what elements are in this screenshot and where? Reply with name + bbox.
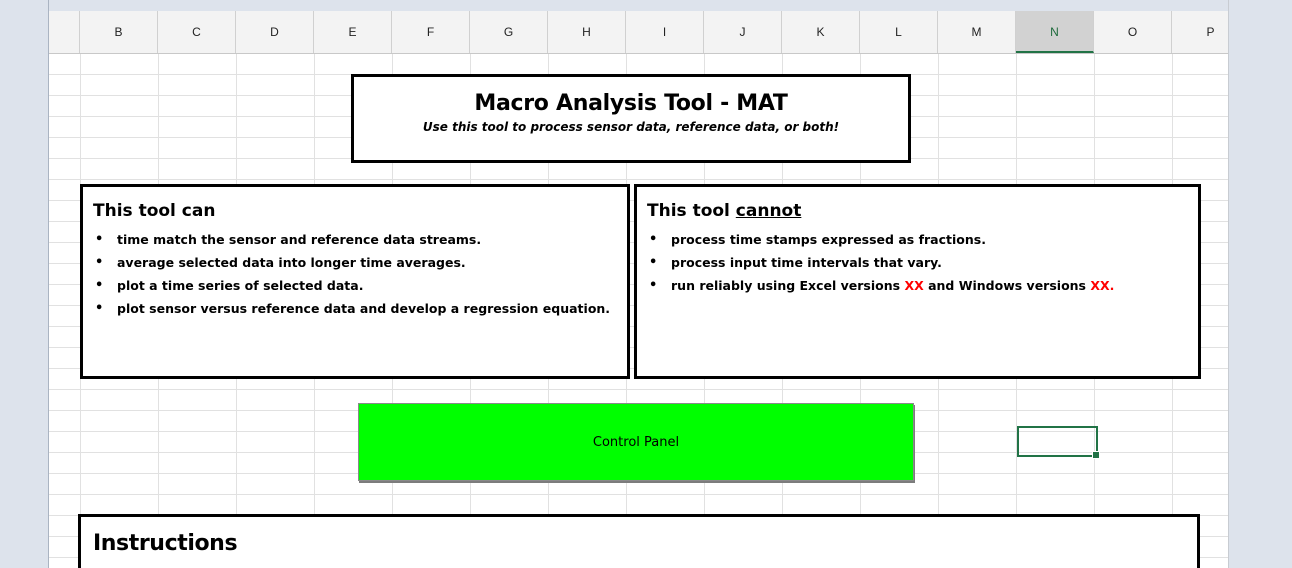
version-placeholder: XX. <box>1090 278 1115 293</box>
column-header-p[interactable]: P <box>1172 11 1228 53</box>
instructions-box: Instructions <box>78 514 1200 568</box>
limitations-heading-prefix: This tool <box>647 201 736 221</box>
limitations-box: This tool cannot process time stamps exp… <box>634 184 1201 379</box>
column-header-m[interactable]: M <box>938 11 1016 53</box>
capability-item: plot sensor versus reference data and de… <box>93 297 627 320</box>
column-header-o[interactable]: O <box>1094 11 1172 53</box>
column-header-n[interactable]: N <box>1016 11 1094 53</box>
limitation-item: process input time intervals that vary. <box>647 251 1198 274</box>
column-header-d[interactable]: D <box>236 11 314 53</box>
title-box: Macro Analysis Tool - MAT Use this tool … <box>351 74 911 163</box>
select-all-corner[interactable] <box>49 11 80 53</box>
column-header-e[interactable]: E <box>314 11 392 53</box>
version-placeholder: XX <box>904 278 924 293</box>
capability-item: plot a time series of selected data. <box>93 274 627 297</box>
limitation-text: and Windows versions <box>923 278 1091 293</box>
capabilities-list: time match the sensor and reference data… <box>93 228 627 320</box>
limitations-heading: This tool cannot <box>647 201 1198 221</box>
capability-item: time match the sensor and reference data… <box>93 228 627 251</box>
capabilities-box: This tool can time match the sensor and … <box>80 184 630 379</box>
control-panel-button[interactable]: Control Panel <box>358 403 914 481</box>
page-subtitle: Use this tool to process sensor data, re… <box>422 120 840 134</box>
column-header-i[interactable]: I <box>626 11 704 53</box>
column-header-l[interactable]: L <box>860 11 938 53</box>
column-header-f[interactable]: F <box>392 11 470 53</box>
column-header-bar: BCDEFGHIJKLMNOP <box>49 11 1228 54</box>
limitation-item: run reliably using Excel versions XX and… <box>647 274 1198 297</box>
toolbar-strip <box>49 0 1228 11</box>
page-title: Macro Analysis Tool - MAT <box>474 91 788 116</box>
column-header-g[interactable]: G <box>470 11 548 53</box>
limitation-item: process time stamps expressed as fractio… <box>647 228 1198 251</box>
column-header-k[interactable]: K <box>782 11 860 53</box>
instructions-heading: Instructions <box>93 531 238 556</box>
limitations-list: process time stamps expressed as fractio… <box>647 228 1198 297</box>
column-header-c[interactable]: C <box>158 11 236 53</box>
capability-item: average selected data into longer time a… <box>93 251 627 274</box>
column-header-j[interactable]: J <box>704 11 782 53</box>
column-header-b[interactable]: B <box>80 11 158 53</box>
active-cell-selection[interactable] <box>1017 426 1100 459</box>
limitations-heading-emphasis: cannot <box>735 201 802 221</box>
column-header-h[interactable]: H <box>548 11 626 53</box>
fill-handle[interactable] <box>1092 451 1100 459</box>
spreadsheet: BCDEFGHIJKLMNOP Macro Analysis Tool - MA… <box>48 0 1229 568</box>
limitation-text: run reliably using Excel versions <box>671 278 905 293</box>
capabilities-heading: This tool can <box>93 201 216 221</box>
